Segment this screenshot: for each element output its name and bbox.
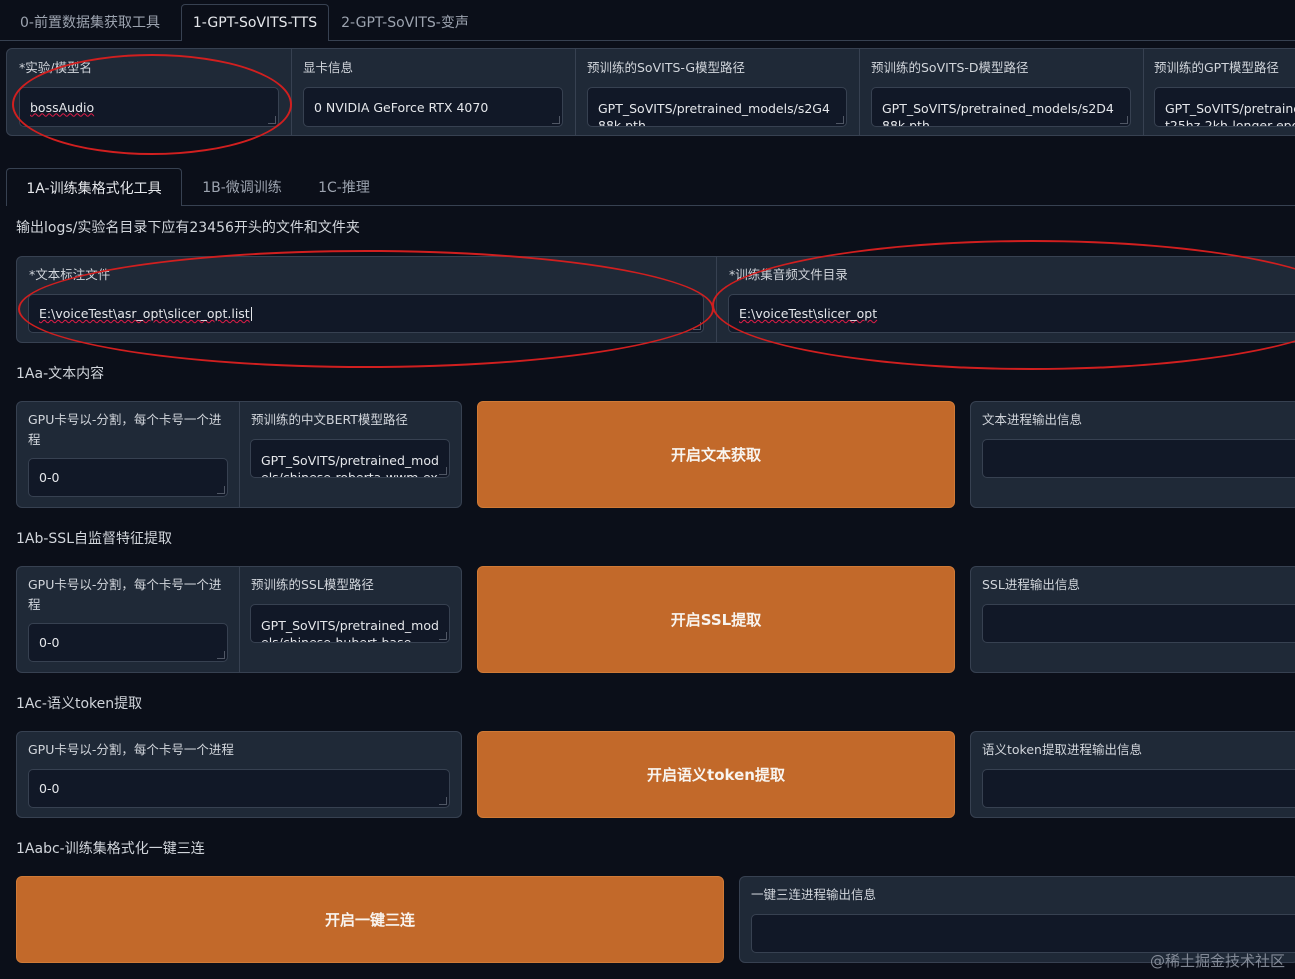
watermark: @稀土掘金技术社区 <box>1149 952 1285 970</box>
s1aa-model-value: GPT_SoVITS/pretrained_models/chinese-rob… <box>261 453 439 478</box>
tab-voice-change[interactable]: 2-GPT-SoVITS-变声 <box>330 4 480 40</box>
s1ac-output-panel: 语义token提取进程输出信息 <box>970 731 1295 818</box>
s1ab-inputs: GPU卡号以-分割，每个卡号一个进程 0-0 预训练的SSL模型路径 GPT_S… <box>16 566 462 673</box>
s1aa-gpu-value: 0-0 <box>39 470 60 485</box>
s1ab-gpu-label: GPU卡号以-分割，每个卡号一个进程 <box>28 577 222 612</box>
resize-grip-icon[interactable] <box>439 467 447 475</box>
section-1ab-title: 1Ab-SSL自监督特征提取 <box>16 531 172 547</box>
s1ab-output-field[interactable] <box>982 604 1295 643</box>
resize-grip-icon[interactable] <box>552 116 560 124</box>
config-row: *实验/模型名 bossAudio 显卡信息 0 NVIDIA GeForce … <box>6 48 1295 136</box>
sovits-g-label: 预训练的SoVITS-G模型路径 <box>587 60 746 75</box>
sovits-d-label: 预训练的SoVITS-D模型路径 <box>871 60 1029 75</box>
start-ssl-extraction-button[interactable]: 开启SSL提取 <box>477 566 955 673</box>
start-text-extraction-button[interactable]: 开启文本获取 <box>477 401 955 508</box>
audio-dir-label: *训练集音频文件目录 <box>729 267 848 282</box>
s1ab-model-input[interactable]: GPT_SoVITS/pretrained_models/chinese-hub… <box>250 604 450 643</box>
sovits-g-input[interactable]: GPT_SoVITS/pretrained_models/s2G488k.pth <box>587 87 847 127</box>
sovits-d-input[interactable]: GPT_SoVITS/pretrained_models/s2D488k.pth <box>871 87 1131 127</box>
gpu-info-value: 0 NVIDIA GeForce RTX 4070 <box>314 99 489 115</box>
s1ab-gpu-input[interactable]: 0-0 <box>28 623 228 662</box>
tab-1b-finetune[interactable]: 1B-微调训练 <box>186 168 298 205</box>
s1ab-gpu-value: 0-0 <box>39 635 60 650</box>
s1aa-inputs: GPU卡号以-分割，每个卡号一个进程 0-0 预训练的中文BERT模型路径 GP… <box>16 401 462 508</box>
gpu-info-field[interactable]: 0 NVIDIA GeForce RTX 4070 <box>303 87 563 127</box>
section-1aa-title: 1Aa-文本内容 <box>16 366 105 382</box>
sovits-g-value: GPT_SoVITS/pretrained_models/s2G488k.pth <box>598 101 830 127</box>
s1ac-output-field[interactable] <box>982 769 1295 808</box>
s1aa-model-label: 预训练的中文BERT模型路径 <box>251 412 408 427</box>
gpt-model-input[interactable]: GPT_SoVITS/pretrained_models/s1bert25hz-… <box>1154 87 1295 127</box>
gpt-model-value: GPT_SoVITS/pretrained_models/s1bert25hz-… <box>1165 101 1295 127</box>
text-file-label: *文本标注文件 <box>29 267 111 282</box>
text-file-value: E:\voiceTest\asr_opt\slicer_opt.list <box>39 306 250 321</box>
s1aabc-output-field[interactable] <box>751 914 1295 953</box>
resize-grip-icon[interactable] <box>217 486 225 494</box>
s1aa-output-panel: 文本进程输出信息 <box>970 401 1295 508</box>
s1aa-model-input[interactable]: GPT_SoVITS/pretrained_models/chinese-rob… <box>250 439 450 478</box>
resize-grip-icon[interactable] <box>268 116 276 124</box>
s1ac-gpu-label: GPU卡号以-分割，每个卡号一个进程 <box>28 742 234 757</box>
s1ac-gpu-value: 0-0 <box>39 781 60 796</box>
s1aa-output-label: 文本进程输出信息 <box>982 412 1083 427</box>
audio-dir-value: E:\voiceTest\slicer_opt <box>739 306 878 321</box>
tab-1c-inference[interactable]: 1C-推理 <box>302 168 386 205</box>
resize-grip-icon[interactable] <box>1120 116 1128 124</box>
output-hint: 输出logs/实验名目录下应有23456开头的文件和文件夹 <box>16 220 360 236</box>
exp-name-value: bossAudio <box>30 99 95 115</box>
resize-grip-icon[interactable] <box>439 632 447 640</box>
exp-name-label: *实验/模型名 <box>19 60 92 75</box>
tab-gpt-sovits-tts[interactable]: 1-GPT-SoVITS-TTS <box>181 4 329 41</box>
s1ab-output-label: SSL进程输出信息 <box>982 577 1080 592</box>
start-one-click-button[interactable]: 开启一键三连 <box>16 876 724 963</box>
s1aa-output-field[interactable] <box>982 439 1295 478</box>
s1ac-inputs: GPU卡号以-分割，每个卡号一个进程 0-0 <box>16 731 462 818</box>
s1ab-output-panel: SSL进程输出信息 <box>970 566 1295 673</box>
resize-grip-icon[interactable] <box>439 797 447 805</box>
tab-dataset-tools[interactable]: 0-前置数据集获取工具 <box>0 4 180 40</box>
gpt-model-label: 预训练的GPT模型路径 <box>1154 60 1279 75</box>
start-semantic-token-extraction-button[interactable]: 开启语义token提取 <box>477 731 955 818</box>
paths-row: *文本标注文件 E:\voiceTest\asr_opt\slicer_opt.… <box>16 256 1295 343</box>
s1ac-gpu-input[interactable]: 0-0 <box>28 769 450 808</box>
s1ac-output-label: 语义token提取进程输出信息 <box>982 742 1142 757</box>
tab-1a-format-tools[interactable]: 1A-训练集格式化工具 <box>6 168 182 206</box>
audio-dir-input[interactable]: E:\voiceTest\slicer_opt <box>728 294 1295 333</box>
resize-grip-icon[interactable] <box>217 651 225 659</box>
exp-name-input[interactable]: bossAudio <box>19 87 279 127</box>
resize-grip-icon[interactable] <box>693 322 701 330</box>
gpu-info-label: 显卡信息 <box>303 60 354 75</box>
s1aa-gpu-label: GPU卡号以-分割，每个卡号一个进程 <box>28 412 222 447</box>
s1aabc-output-label: 一键三连进程输出信息 <box>751 887 877 902</box>
text-file-input[interactable]: E:\voiceTest\asr_opt\slicer_opt.list <box>28 294 704 333</box>
s1ab-model-label: 预训练的SSL模型路径 <box>251 577 374 592</box>
sovits-d-value: GPT_SoVITS/pretrained_models/s2D488k.pth <box>882 101 1114 127</box>
s1ab-model-value: GPT_SoVITS/pretrained_models/chinese-hub… <box>261 618 439 643</box>
section-1aabc-title: 1Aabc-训练集格式化一键三连 <box>16 841 205 857</box>
s1aa-gpu-input[interactable]: 0-0 <box>28 458 228 497</box>
resize-grip-icon[interactable] <box>836 116 844 124</box>
section-1ac-title: 1Ac-语义token提取 <box>16 696 143 712</box>
